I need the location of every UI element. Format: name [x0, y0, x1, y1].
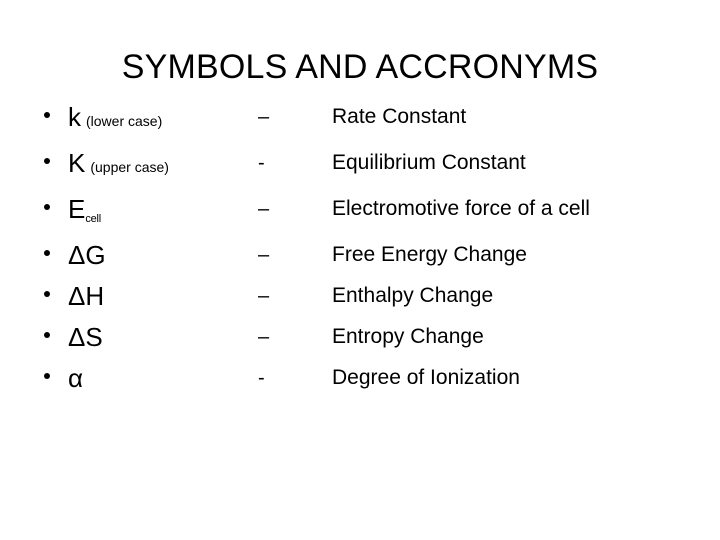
- symbol-glyph: K: [68, 148, 86, 178]
- symbol-glyph: ΔH: [68, 281, 105, 311]
- definition-text: Entropy Change: [332, 325, 484, 348]
- bullet-icon: [44, 250, 50, 256]
- definition-text: Rate Constant: [332, 105, 467, 128]
- symbol-cell: K (upper case): [68, 146, 169, 185]
- symbol-cell: ΔS: [68, 320, 103, 359]
- symbol-note: (upper case): [90, 159, 169, 175]
- definition-text: Degree of Ionization: [332, 366, 520, 389]
- bullet-icon: [44, 332, 50, 338]
- page-title: SYMBOLS AND ACCRONYMS: [121, 48, 599, 86]
- definition-text: Equilibrium Constant: [332, 151, 526, 174]
- list-item: k (lower case) – Rate Constant: [0, 100, 720, 146]
- bullet-icon: [44, 204, 50, 210]
- symbol-glyph: k: [68, 102, 81, 132]
- list-item: ΔG – Free Energy Change: [0, 238, 720, 279]
- separator-dash: –: [258, 244, 270, 266]
- definition-text: Electromotive force of a cell: [332, 197, 590, 220]
- symbol-note: (lower case): [86, 113, 163, 129]
- bullet-icon: [44, 112, 50, 118]
- separator-dash: –: [258, 106, 270, 128]
- bullet-icon: [44, 373, 50, 379]
- symbol-cell: k (lower case): [68, 100, 162, 139]
- bullet-icon: [44, 158, 50, 164]
- symbol-glyph: ΔS: [68, 322, 103, 352]
- symbol-glyph: ΔG: [68, 240, 106, 270]
- slide-canvas: SYMBOLS AND ACCRONYMS k (lower case) – Ra…: [0, 0, 720, 540]
- separator-dash: –: [258, 198, 270, 220]
- symbol-cell: Ecell: [68, 192, 101, 232]
- list-item: α - Degree of Ionization: [0, 361, 720, 402]
- separator-dash: –: [258, 285, 270, 307]
- separator-dash: -: [258, 367, 265, 389]
- symbol-glyph: E: [68, 194, 86, 224]
- list-item: ΔH – Enthalpy Change: [0, 279, 720, 320]
- separator-dash: –: [258, 326, 270, 348]
- list-item: ΔS – Entropy Change: [0, 320, 720, 361]
- symbol-cell: α: [68, 361, 83, 400]
- list-item: Ecell – Electromotive force of a cell: [0, 192, 720, 238]
- list-item: K (upper case) - Equilibrium Constant: [0, 146, 720, 192]
- symbol-subscript: cell: [85, 213, 102, 225]
- definition-text: Free Energy Change: [332, 243, 527, 266]
- symbol-list: k (lower case) – Rate Constant K (upper ca…: [0, 100, 720, 402]
- symbol-cell: ΔH: [68, 279, 104, 318]
- separator-dash: -: [258, 152, 265, 174]
- symbol-cell: ΔG: [68, 238, 106, 277]
- symbol-glyph: α: [68, 363, 84, 393]
- definition-text: Enthalpy Change: [332, 284, 494, 307]
- bullet-icon: [44, 291, 50, 297]
